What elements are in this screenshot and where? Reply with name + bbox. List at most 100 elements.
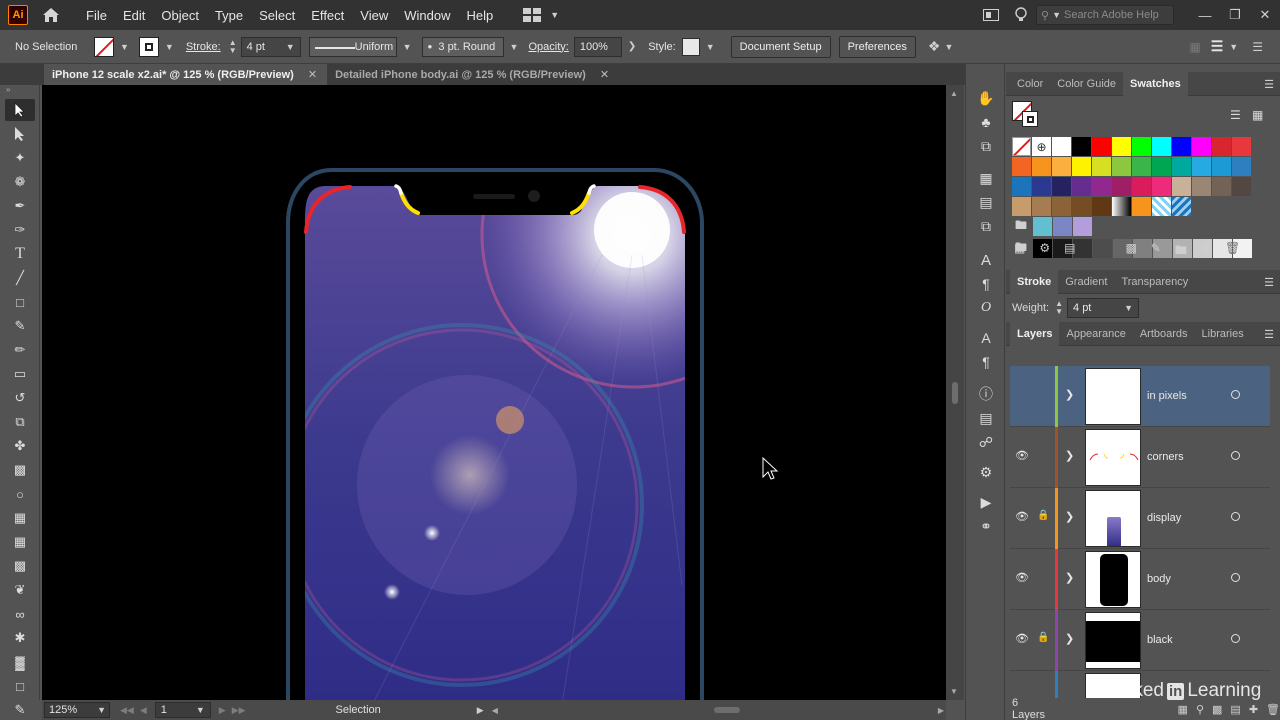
transform-icon[interactable]: ▦: [966, 166, 1006, 190]
color-swatch[interactable]: [1132, 137, 1151, 156]
free-transform-icon[interactable]: ▩: [5, 459, 35, 481]
panel-menu-icon[interactable]: ☰: [1264, 78, 1274, 91]
horizontal-scroll-thumb[interactable]: [713, 707, 740, 713]
blend-tool-icon[interactable]: ∞: [5, 603, 35, 625]
color-swatch[interactable]: [1232, 177, 1251, 196]
character-icon[interactable]: A: [966, 248, 1006, 272]
edit-color-group-icon[interactable]: ✎: [1151, 241, 1161, 262]
pattern-swatch[interactable]: [1172, 197, 1191, 216]
layer-row-black[interactable]: 👁 🔒 ❯ black: [1010, 610, 1270, 671]
info-icon[interactable]: ⓘ: [966, 382, 1006, 406]
actions-play-icon[interactable]: ▶: [966, 490, 1006, 514]
color-swatch[interactable]: [1032, 177, 1051, 196]
collect-export-icon[interactable]: ▦: [1178, 703, 1188, 716]
artboard-tool-icon[interactable]: □: [5, 675, 35, 697]
close-icon[interactable]: ✕: [308, 68, 317, 81]
color-swatch[interactable]: [1152, 157, 1171, 176]
status-menu-icon[interactable]: ▶: [477, 705, 484, 716]
chevron-right-icon[interactable]: ❯: [1065, 449, 1074, 462]
gradient-swatch[interactable]: [1112, 197, 1131, 216]
chevron-down-icon[interactable]: ▼: [706, 42, 715, 52]
collapse-icon[interactable]: »: [0, 85, 39, 99]
opacity-field[interactable]: 100%: [573, 36, 622, 57]
curvature-tool-icon[interactable]: ✑: [5, 219, 35, 241]
color-swatch[interactable]: [1052, 157, 1071, 176]
none-swatch[interactable]: [1012, 137, 1031, 156]
shape-builder-icon[interactable]: ○: [5, 483, 35, 505]
delete-swatch-icon[interactable]: 🗑: [1225, 241, 1240, 262]
close-icon[interactable]: ✕: [1250, 0, 1280, 30]
clipping-mask-icon[interactable]: ▩: [1212, 703, 1222, 716]
color-swatch[interactable]: [1032, 157, 1051, 176]
tab-appearance[interactable]: Appearance: [1059, 322, 1132, 346]
layer-name[interactable]: in pixels: [1147, 390, 1187, 402]
color-swatch[interactable]: [1112, 177, 1131, 196]
chevron-down-icon[interactable]: ▼: [165, 42, 174, 52]
panel-menu-icon[interactable]: ☰: [1264, 276, 1274, 289]
color-swatch[interactable]: [1192, 137, 1211, 156]
locate-object-icon[interactable]: ⚲: [1196, 703, 1204, 716]
color-swatch[interactable]: [1192, 177, 1211, 196]
tab-iphone-12[interactable]: iPhone 12 scale x2.ai* @ 125 % (RGB/Prev…: [44, 64, 328, 85]
layer-name[interactable]: body: [1147, 573, 1171, 585]
close-icon[interactable]: ✕: [600, 68, 609, 81]
menu-effect[interactable]: Effect: [303, 8, 352, 23]
new-group-icon[interactable]: 🖿: [1175, 241, 1187, 262]
menu-window[interactable]: Window: [396, 8, 458, 23]
scale-tool-icon[interactable]: ⧉: [5, 411, 35, 433]
pencil-tool-icon[interactable]: ✏: [5, 339, 35, 361]
target-icon[interactable]: [1231, 573, 1240, 582]
list-view-icon[interactable]: ☰: [1230, 108, 1241, 122]
layer-row-display[interactable]: 👁 🔒 ❯ display: [1010, 488, 1270, 549]
tab-stroke[interactable]: Stroke: [1010, 269, 1059, 294]
last-artboard-icon[interactable]: ▶▶: [232, 705, 246, 716]
tab-gradient[interactable]: Gradient: [1058, 270, 1114, 294]
weight-field[interactable]: 4 pt ▼: [1067, 298, 1140, 318]
pathfinder-icon[interactable]: ⧉: [966, 214, 1006, 238]
asset-export-icon[interactable]: ⧉: [966, 134, 1006, 158]
panel-toggle-icon[interactable]: ☰: [1211, 38, 1224, 55]
tab-color-guide[interactable]: Color Guide: [1050, 72, 1123, 96]
color-swatch[interactable]: [1172, 177, 1191, 196]
mesh-tool-icon[interactable]: ▦: [5, 531, 35, 553]
appearance-gear-icon[interactable]: ⚙: [966, 460, 1006, 484]
stepper-icon[interactable]: ▲ ▼: [1055, 300, 1063, 316]
tab-detailed-iphone-body[interactable]: Detailed iPhone body.ai @ 125 % (RGB/Pre…: [327, 64, 619, 85]
workspace-switcher[interactable]: ▼: [523, 8, 559, 22]
scroll-right-icon[interactable]: ▶: [938, 706, 944, 715]
layer-row-in-pixels[interactable]: ❯ in pixels: [1010, 366, 1270, 427]
next-artboard-icon[interactable]: ▶: [219, 705, 226, 716]
color-swatch[interactable]: [1053, 217, 1072, 236]
document-setup-button[interactable]: Document Setup: [730, 35, 831, 58]
tab-swatches[interactable]: Swatches: [1123, 71, 1188, 96]
arrange-documents-icon[interactable]: [976, 0, 1006, 30]
search-help-input[interactable]: ⚲ ▼ Search Adobe Help: [1036, 5, 1174, 25]
target-icon[interactable]: [1231, 634, 1240, 643]
zoom-field[interactable]: 125% ▼: [44, 702, 110, 718]
color-swatch[interactable]: [1212, 157, 1231, 176]
color-swatch[interactable]: [1092, 197, 1111, 216]
color-swatch[interactable]: [1072, 137, 1091, 156]
swatch-options-icon[interactable]: ▤: [1064, 241, 1075, 262]
grid-view-icon[interactable]: ▦: [1252, 108, 1263, 122]
color-swatch[interactable]: [1073, 217, 1092, 236]
paragraph-styles-icon[interactable]: ¶: [966, 350, 1006, 374]
lightbulb-icon[interactable]: [1006, 0, 1036, 30]
lock-icon[interactable]: 🔒: [1037, 510, 1049, 521]
eraser-tool-icon[interactable]: ▭: [5, 363, 35, 385]
layer-name[interactable]: corners: [1147, 451, 1184, 463]
symbols-icon[interactable]: ♣: [966, 110, 1006, 134]
layer-name[interactable]: display: [1147, 512, 1181, 524]
artboard-number-field[interactable]: 1 ▼: [154, 702, 211, 718]
tab-layers[interactable]: Layers: [1010, 321, 1060, 346]
eyedropper-icon[interactable]: ❦: [5, 579, 35, 601]
color-swatch[interactable]: [1072, 157, 1091, 176]
color-swatch[interactable]: [1232, 137, 1251, 156]
chevron-down-icon[interactable]: ▼: [403, 42, 412, 52]
color-swatch[interactable]: [1112, 157, 1131, 176]
pen-tool-icon[interactable]: ✒: [5, 195, 35, 217]
align-icon[interactable]: ▦: [1189, 40, 1200, 54]
color-swatch[interactable]: [1092, 157, 1111, 176]
type-tool-icon[interactable]: T: [5, 243, 35, 265]
color-swatch[interactable]: [1192, 157, 1211, 176]
